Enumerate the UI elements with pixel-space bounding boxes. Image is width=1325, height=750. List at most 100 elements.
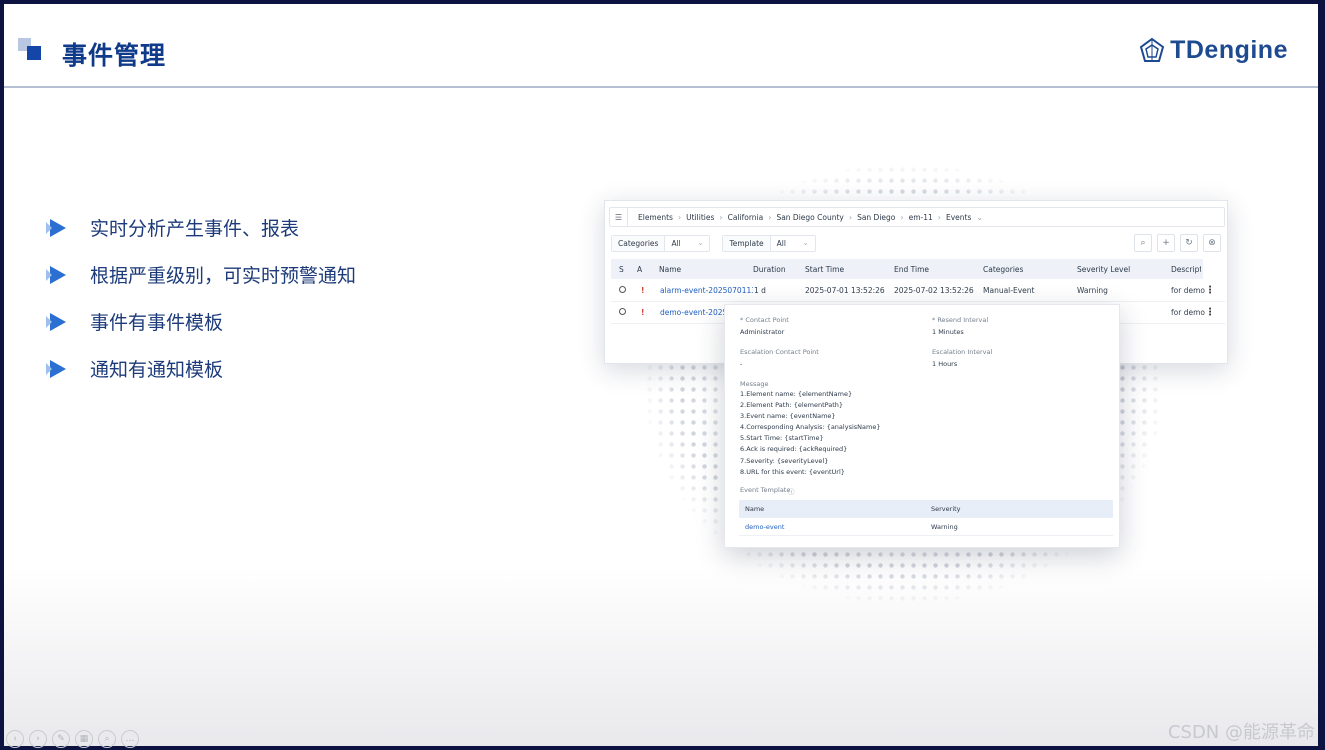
slide-header: 事件管理 TDengine [4, 4, 1318, 88]
contact-point-label: * Contact Point [740, 316, 789, 324]
event-name-link[interactable]: alarm-event-2025070113 [659, 286, 753, 295]
menu-toggle-icon[interactable]: ☰ [610, 208, 628, 226]
severity-cell: Warning [1077, 286, 1108, 295]
escalation-contact-label: Escalation Contact Point [740, 348, 819, 356]
chevron-right-icon: › [677, 212, 682, 222]
breadcrumb-item[interactable]: Utilities [686, 213, 714, 222]
slideshow-controls: ‹ › ✎ ▦ ⌕ … [6, 730, 144, 748]
prev-slide-icon[interactable]: ‹ [6, 730, 24, 748]
filter-value: All [671, 238, 681, 248]
column-header[interactable]: Categories [983, 265, 1077, 274]
next-slide-icon[interactable]: › [29, 730, 47, 748]
table-header: S A Name Duration Start Time End Time Ca… [611, 259, 1203, 279]
template-table-header: Name Serverity [739, 500, 1113, 518]
message-line: 7.Severity: {severityLevel} [740, 456, 829, 465]
slide-title: 事件管理 [62, 41, 167, 70]
breadcrumb-item[interactable]: California [728, 213, 764, 222]
bullet-text: 事件有事件模板 [90, 312, 224, 334]
breadcrumb-item[interactable]: San Diego [857, 213, 895, 222]
refresh-icon[interactable]: ↻ [1180, 234, 1198, 252]
bullet-arrow-icon [46, 265, 66, 284]
chevron-right-icon: › [848, 212, 853, 222]
message-line: 2.Element Path: {elementPath} [740, 401, 844, 410]
template-name-cell[interactable]: demo-event [739, 523, 925, 531]
event-detail-panel: * Contact Point Administrator * Resend I… [724, 304, 1120, 548]
escalation-contact-value: - [740, 360, 743, 368]
slides-icon[interactable]: ▦ [75, 730, 93, 748]
template-severity-cell: Warning [931, 522, 958, 531]
more-icon[interactable]: ⋮ [1205, 307, 1215, 318]
template-table-row[interactable]: demo-event Warning [739, 518, 1113, 536]
filter-value: All [776, 238, 786, 248]
column-header[interactable]: Name [645, 265, 753, 274]
description-cell: for demo p [1171, 308, 1205, 317]
tdengine-logo: TDengine [1138, 36, 1288, 65]
duration-cell: 1 d [754, 286, 766, 295]
resend-interval-value: 1 Minutes [932, 328, 964, 336]
bullet-item: 通知有通知模板 [46, 345, 356, 392]
message-line: 3.Event name: {eventName} [740, 412, 836, 421]
column-header[interactable]: Descriptio [1171, 265, 1201, 274]
chevron-right-icon: › [768, 212, 772, 222]
category-cell: Manual-Event [983, 286, 1035, 295]
alert-icon: ! [641, 286, 645, 295]
event-template-label: Event Template [740, 486, 791, 494]
chevron-down-icon: ⌄ [697, 239, 704, 247]
zoom-icon[interactable]: ⌕ [98, 730, 116, 748]
breadcrumb-item-current[interactable]: Events [946, 213, 971, 222]
column-header[interactable]: End Time [894, 265, 983, 274]
escalation-interval-label: Escalation Interval [932, 348, 993, 356]
message-body: 1.Element name: {elementName} 2.Element … [740, 389, 880, 478]
chevron-down-icon[interactable]: ⌄ [976, 213, 983, 222]
chevron-right-icon: › [719, 212, 723, 222]
breadcrumb-item[interactable]: em-11 [909, 213, 933, 222]
status-radio-icon[interactable] [619, 308, 626, 315]
message-line: 6.Ack is required: {ackRequired} [740, 445, 848, 454]
column-header: Name [745, 505, 765, 513]
filter-label: Template [723, 235, 771, 251]
resend-interval-label: * Resend Interval [932, 316, 989, 324]
message-line: 1.Element name: {elementName} [740, 390, 853, 398]
column-header[interactable]: S [611, 265, 627, 274]
categories-filter[interactable]: Categories All ⌄ [611, 234, 711, 252]
more-options-icon[interactable]: … [121, 730, 139, 748]
chevron-right-icon: › [937, 212, 941, 222]
search-icon[interactable]: ⌕ [1134, 234, 1152, 252]
bullet-item: 根据严重级别，可实时预警通知 [46, 251, 356, 298]
column-header[interactable]: A [627, 265, 645, 274]
message-label: Message [740, 380, 769, 388]
more-icon[interactable]: ⋮ [1205, 285, 1215, 296]
filter-bar: Categories All ⌄ Template All ⌄ [611, 234, 828, 252]
message-line: 8.URL for this event: {eventUrl} [740, 467, 845, 476]
template-filter[interactable]: Template All ⌄ [722, 234, 816, 252]
settings-icon[interactable]: ⊗ [1203, 234, 1221, 252]
column-header[interactable]: Severity Level [1077, 265, 1171, 274]
contact-point-value: Administrator [740, 328, 785, 336]
end-time-cell: 2025-07-02 13:52:26 [894, 286, 974, 295]
column-header[interactable]: Start Time [805, 265, 894, 274]
column-header: Serverity [931, 505, 961, 513]
plus-icon[interactable]: + [1157, 234, 1175, 252]
message-line: 5.Start Time: {startTime} [740, 434, 824, 443]
description-cell: for demo p [1171, 286, 1205, 295]
start-time-cell: 2025-07-01 13:52:26 [805, 286, 885, 295]
bullet-list: 实时分析产生事件、报表 根据严重级别，可实时预警通知 事件有事件模板 通知有通知… [46, 204, 356, 392]
column-header[interactable]: Duration [753, 265, 805, 274]
bullet-arrow-icon [46, 359, 66, 378]
chevron-right-icon: › [900, 212, 904, 222]
message-line: 4.Corresponding Analysis: {analysisName} [740, 423, 881, 432]
pen-icon[interactable]: ✎ [52, 730, 70, 748]
breadcrumb-item[interactable]: Elements [638, 213, 673, 222]
breadcrumb-item[interactable]: San Diego County [776, 213, 843, 222]
logo-icon [1139, 37, 1165, 62]
escalation-interval-value: 1 Hours [932, 360, 958, 368]
table-row[interactable]: ! alarm-event-2025070113 1 d 2025-07-01 … [611, 280, 1225, 302]
bullet-text: 实时分析产生事件、报表 [90, 218, 300, 240]
status-radio-icon[interactable] [619, 286, 626, 293]
filter-label: Categories [612, 235, 666, 251]
info-icon[interactable]: ⓘ [788, 486, 795, 496]
bullet-item: 实时分析产生事件、报表 [46, 204, 356, 251]
breadcrumb: ☰ Elements › Utilities › California › San D… [609, 207, 1225, 227]
watermark: CSDN @能源革命 [1167, 722, 1315, 743]
logo-text: TDengine [1170, 36, 1288, 64]
